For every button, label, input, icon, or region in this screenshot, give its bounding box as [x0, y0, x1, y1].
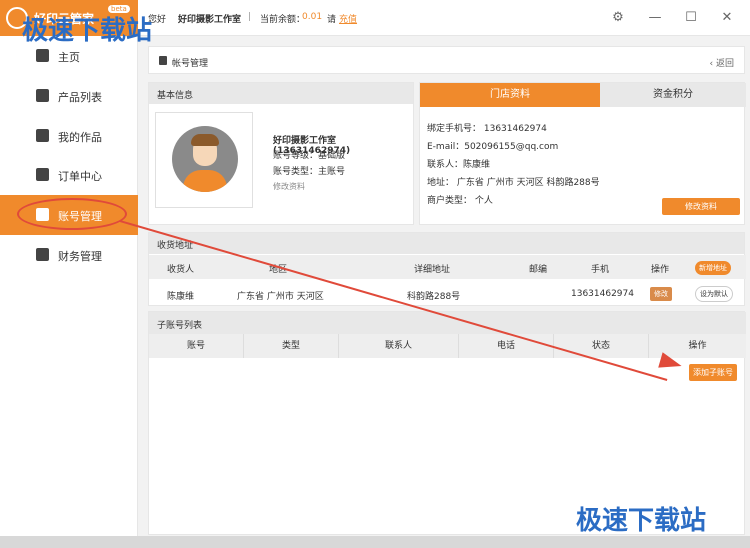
back-link[interactable]: ‹ 返回 — [710, 56, 734, 69]
annotation-ellipse — [17, 198, 127, 230]
sidebar-item-label: 财务管理 — [58, 250, 102, 263]
minimize-icon[interactable]: — — [647, 10, 663, 26]
balance-value: 0.01 — [302, 12, 323, 22]
watermark-bottom: 极速下载站 — [576, 506, 707, 536]
contact: 联系人：陈康维 — [427, 160, 491, 170]
row-region: 广东省 广州市 天河区 — [237, 292, 324, 302]
sidebar-item-finance[interactable]: 财务管理 — [0, 235, 138, 275]
bound-phone: 绑定手机号： 13631462974 — [427, 124, 547, 134]
row-detail: 科韵路288号 — [407, 292, 461, 302]
sidebar-item-orders[interactable]: 订单中心 — [0, 155, 138, 195]
add-subaccount-button[interactable]: 添加子账号 — [689, 364, 737, 381]
sidebar-item-label: 主页 — [58, 51, 80, 64]
page-title: 帐号管理 — [172, 59, 209, 69]
sidebar-item-label: 我的作品 — [58, 131, 102, 144]
address: 地址： 广东省 广州市 天河区 科韵路288号 — [427, 178, 600, 188]
account-type: 账号类型：主账号 — [273, 167, 346, 177]
avatar-shirt — [183, 170, 227, 192]
col-action: 操作 — [651, 265, 670, 275]
col-detail: 详细地址 — [414, 265, 451, 275]
col-phone: 电话 — [459, 334, 554, 358]
close-icon[interactable]: ✕ — [719, 10, 735, 26]
status-bar — [0, 536, 750, 548]
basic-info-header: 基本信息 — [149, 83, 413, 104]
basic-info-panel: 基本信息 好印摄影工作室(13631462974) 账号等级：基础版 账号类型：… — [148, 82, 414, 225]
settings-gear-icon[interactable]: ⚙ — [610, 10, 626, 26]
store-info-panel: 门店资料 资金积分 绑定手机号： 13631462974 E-mail：5020… — [419, 82, 746, 225]
shipping-header: 收货地址 — [149, 233, 744, 254]
maximize-icon[interactable]: ☐ — [683, 10, 699, 26]
recharge-link[interactable]: 充值 — [339, 12, 357, 25]
sidebar-item-works[interactable]: 我的作品 — [0, 116, 138, 156]
col-receiver: 收货人 — [167, 265, 195, 275]
please-label: 请 — [327, 15, 337, 25]
email: E-mail：502096155@qq.com — [427, 142, 559, 152]
merchant-type: 商户类型： 个人 — [427, 196, 493, 206]
col-type: 类型 — [244, 334, 339, 358]
col-account: 账号 — [149, 334, 244, 358]
order-icon — [36, 168, 49, 181]
row-receiver: 陈康维 — [167, 292, 195, 302]
shipping-address-panel: 收货地址 收货人 地区 详细地址 邮编 手机 操作 新增地址 陈康维 广东省 广… — [148, 232, 746, 306]
user-name: 好印摄影工作室 — [178, 15, 242, 25]
breadcrumb: 帐号管理 ‹ 返回 — [148, 46, 745, 74]
sidebar-item-label: 订单中心 — [58, 170, 102, 183]
subaccount-table-header: 账号 类型 联系人 电话 状态 操作 — [149, 334, 746, 358]
avatar-hair — [191, 134, 219, 146]
title-separator: | — [248, 12, 252, 22]
add-address-button[interactable]: 新增地址 — [695, 261, 731, 275]
document-icon — [36, 129, 49, 142]
set-default-button[interactable]: 设为默认 — [695, 286, 733, 302]
edit-address-button[interactable]: 修改 — [650, 287, 672, 301]
sidebar-item-products[interactable]: 产品列表 — [0, 76, 138, 116]
col-zip: 邮编 — [529, 265, 548, 275]
tab-funds-points[interactable]: 资金积分 — [600, 83, 746, 107]
avatar — [172, 126, 238, 192]
grid-icon — [36, 89, 49, 102]
col-contact: 联系人 — [339, 334, 459, 358]
lock-icon — [159, 56, 167, 65]
sidebar-item-label: 产品列表 — [58, 91, 102, 104]
watermark-top: 极速下载站 — [22, 16, 153, 46]
edit-profile-link[interactable]: 修改资料 — [273, 181, 305, 192]
money-bag-icon — [36, 248, 49, 261]
row-phone: 13631462974 — [571, 289, 634, 299]
edit-store-button[interactable]: 修改资料 — [662, 198, 740, 215]
tab-store-info[interactable]: 门店资料 — [420, 83, 600, 107]
shipping-table-header: 收货人 地区 详细地址 邮编 手机 操作 新增地址 — [149, 255, 746, 279]
back-label: 返回 — [715, 59, 734, 69]
col-phone: 手机 — [591, 265, 610, 275]
avatar-frame — [155, 112, 253, 208]
account-level: 账号等级：基础版 — [273, 151, 346, 161]
balance-label: 当前余额： — [260, 15, 306, 25]
sidebar: 主页 产品列表 我的作品 订单中心 账号管理 财务管理 — [0, 36, 138, 536]
home-icon — [36, 49, 49, 62]
col-status: 状态 — [554, 334, 649, 358]
